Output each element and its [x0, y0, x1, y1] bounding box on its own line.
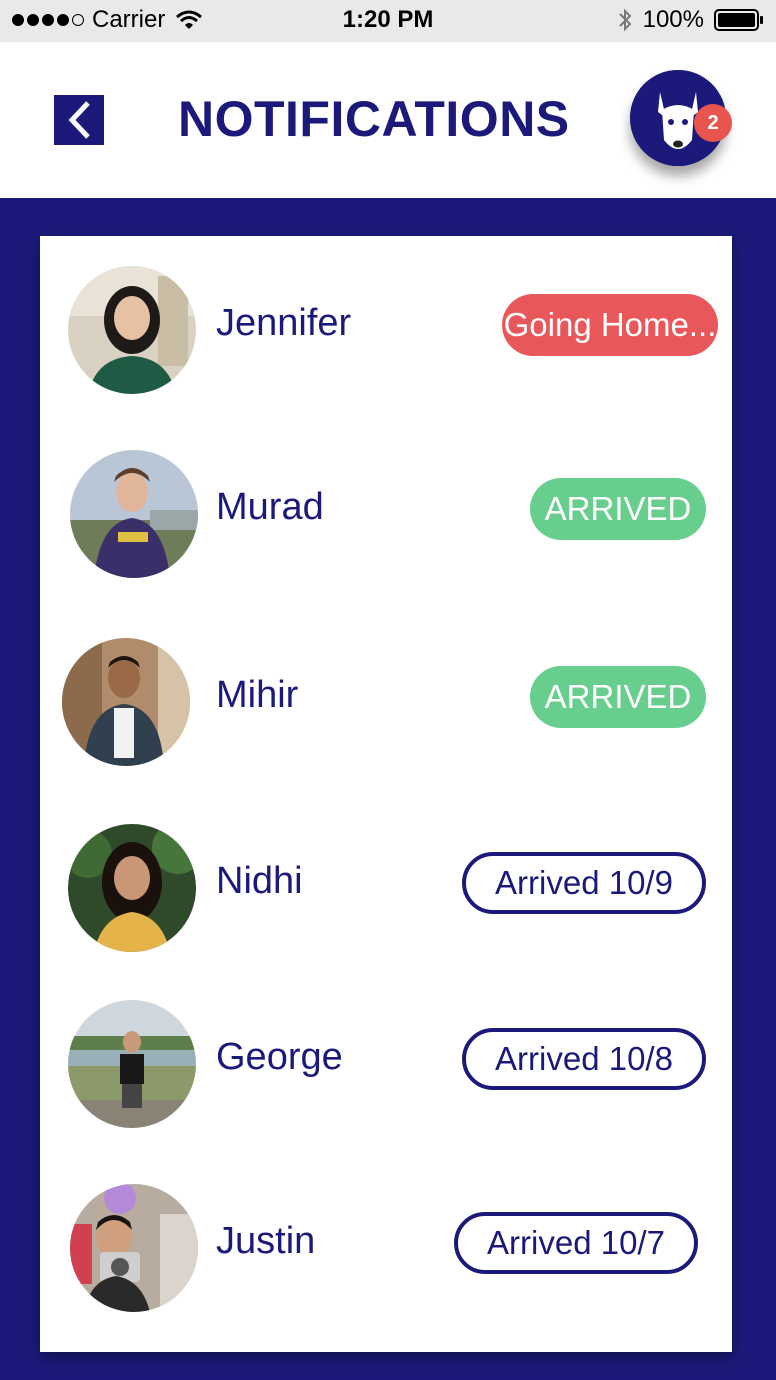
list-item[interactable]: Mihir ARRIVED	[40, 638, 732, 768]
avatar	[70, 450, 198, 578]
person-name: Nidhi	[216, 860, 303, 902]
person-name: George	[216, 1036, 343, 1078]
list-item[interactable]: George Arrived 10/8	[40, 1000, 732, 1130]
person-name: Mihir	[216, 674, 299, 716]
avatar	[68, 1000, 196, 1128]
list-item[interactable]: Nidhi Arrived 10/9	[40, 824, 732, 954]
battery-percent: 100%	[642, 6, 704, 33]
header: NOTIFICATIONS 2	[0, 42, 776, 198]
avatar	[68, 824, 196, 952]
page-title: NOTIFICATIONS	[178, 91, 570, 147]
back-button[interactable]	[54, 95, 104, 145]
bluetooth-icon	[618, 8, 632, 32]
status-bar: Carrier 1:20 PM 100%	[0, 0, 776, 42]
status-badge[interactable]: ARRIVED	[530, 666, 706, 728]
notification-badge: 2	[694, 104, 732, 142]
avatar	[70, 1184, 198, 1312]
avatar	[62, 638, 190, 766]
list-item[interactable]: Justin Arrived 10/7	[40, 1184, 732, 1314]
status-badge[interactable]: Arrived 10/9	[462, 852, 706, 914]
person-name: Justin	[216, 1220, 316, 1262]
status-badge[interactable]: ARRIVED	[530, 478, 706, 540]
status-right: 100%	[617, 6, 764, 34]
person-name: Jennifer	[216, 302, 352, 344]
list-item[interactable]: Murad ARRIVED	[40, 450, 732, 580]
avatar	[68, 266, 196, 394]
list-item[interactable]: Jennifer Going Home...	[40, 266, 732, 396]
status-badge[interactable]: Arrived 10/7	[454, 1212, 698, 1274]
notifications-list: Jennifer Going Home... Murad ARRIVED Mih…	[40, 236, 732, 1352]
status-badge[interactable]: Arrived 10/8	[462, 1028, 706, 1090]
chevron-left-icon	[68, 101, 90, 139]
battery-icon	[714, 9, 763, 31]
status-badge[interactable]: Going Home...	[502, 294, 718, 356]
person-name: Murad	[216, 486, 324, 528]
